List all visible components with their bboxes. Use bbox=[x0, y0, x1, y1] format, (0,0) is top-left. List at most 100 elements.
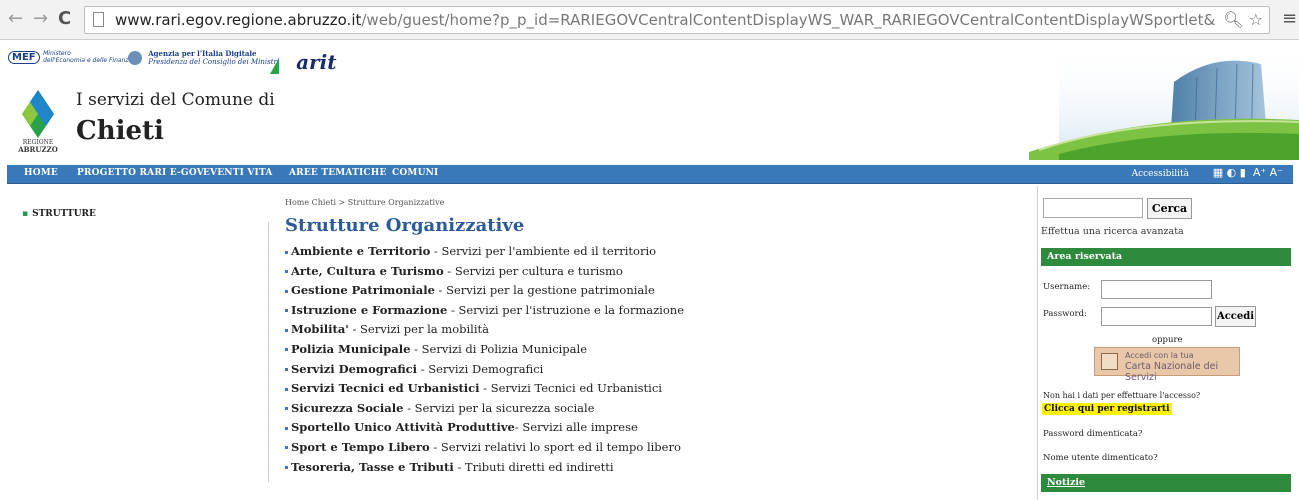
nav-aree-tematiche[interactable]: AREE TEMATICHE bbox=[289, 168, 387, 178]
news-header-label[interactable]: Notizie bbox=[1047, 477, 1085, 488]
column-divider-left bbox=[268, 222, 269, 482]
sidebar-item-strutture[interactable]: ▪ STRUTTURE bbox=[22, 209, 96, 219]
site-title[interactable]: Chieti bbox=[76, 116, 164, 146]
category-description: - Servizi Tecnici ed Urbanistici bbox=[479, 381, 662, 396]
category-description: - Servizi Demografici bbox=[417, 361, 544, 376]
bullet-icon bbox=[285, 289, 288, 293]
category-link[interactable]: Arte, Cultura e Turismo bbox=[291, 264, 444, 278]
agid-logo[interactable]: Agenzia per l'Italia Digitale Presidenza … bbox=[128, 50, 279, 66]
arit-triangle-icon bbox=[270, 58, 279, 74]
main-nav: HOME PROGETTO RARI E-GOV EVENTI VITA ARE… bbox=[7, 165, 1293, 184]
list-item[interactable]: Arte, Cultura e Turismo - Servizi per cu… bbox=[285, 264, 684, 284]
password-label: Password: bbox=[1043, 309, 1087, 319]
agid-emblem-icon bbox=[128, 51, 142, 65]
category-link[interactable]: Istruzione e Formazione bbox=[291, 303, 447, 317]
forgot-username-link[interactable]: Nome utente dimenticato? bbox=[1043, 453, 1158, 463]
category-link[interactable]: Mobilita' bbox=[291, 322, 349, 336]
category-link[interactable]: Ambiente e Territorio bbox=[291, 244, 430, 258]
url-path: /web/guest/home?p_p_id=RARIEGOVCentralCo… bbox=[361, 11, 1215, 29]
category-description: - Servizi per l'istruzione e la formazio… bbox=[447, 302, 684, 317]
list-item[interactable]: Tesoreria, Tasse e Tributi - Tributi dir… bbox=[285, 460, 684, 480]
bullet-icon bbox=[285, 387, 288, 391]
forward-arrow-icon[interactable]: → bbox=[33, 8, 48, 30]
cns-label-1: Accedi con la tua bbox=[1125, 351, 1194, 360]
bullet-icon: ▪ bbox=[22, 209, 29, 219]
bullet-icon bbox=[285, 270, 288, 274]
list-item[interactable]: Sportello Unico Attività Produttive- Ser… bbox=[285, 420, 684, 440]
list-item[interactable]: Servizi Tecnici ed Urbanistici - Servizi… bbox=[285, 381, 684, 401]
category-link[interactable]: Sport e Tempo Libero bbox=[291, 440, 430, 454]
accessibility-tools[interactable]: ▦ ◐ ▮ A⁺ A⁻ bbox=[1213, 166, 1283, 179]
browser-toolbar: ← → C www.rari.egov.regione.abruzzo.it/w… bbox=[0, 0, 1299, 40]
category-link[interactable]: Sportello Unico Attività Produttive bbox=[291, 420, 515, 434]
bullet-icon bbox=[285, 426, 288, 430]
search-button[interactable]: Cerca bbox=[1147, 198, 1192, 219]
list-item[interactable]: Servizi Demografici - Servizi Demografic… bbox=[285, 362, 684, 382]
category-link[interactable]: Polizia Municipale bbox=[291, 342, 410, 356]
nav-eventi-vita[interactable]: EVENTI VITA bbox=[203, 168, 273, 178]
sidebar-item-label: STRUTTURE bbox=[32, 209, 96, 219]
accessibility-link[interactable]: Accessibilità bbox=[1132, 169, 1189, 179]
category-link[interactable]: Servizi Tecnici ed Urbanistici bbox=[291, 381, 480, 395]
category-description: - Servizi per la mobilità bbox=[348, 322, 489, 337]
back-arrow-icon[interactable]: ← bbox=[8, 8, 23, 30]
list-item[interactable]: Sport e Tempo Libero - Servizi relativi … bbox=[285, 440, 684, 460]
url-text[interactable]: www.rari.egov.regione.abruzzo.it/web/gue… bbox=[115, 11, 1215, 29]
username-field[interactable] bbox=[1101, 280, 1212, 299]
address-bar[interactable]: www.rari.egov.regione.abruzzo.it/web/gue… bbox=[84, 6, 1270, 34]
category-link[interactable]: Tesoreria, Tasse e Tributi bbox=[291, 460, 454, 474]
zoom-star-icons[interactable]: 🔍︎ ☆ bbox=[1223, 10, 1263, 29]
list-item[interactable]: Mobilita' - Servizi per la mobilità bbox=[285, 322, 684, 342]
category-link[interactable]: Servizi Demografici bbox=[291, 362, 417, 376]
list-item[interactable]: Polizia Municipale - Servizi di Polizia … bbox=[285, 342, 684, 362]
mef-logo[interactable]: MEF Ministero dell'Economia e delle Finan… bbox=[8, 50, 132, 64]
cns-login-button[interactable]: Accedi con la tua Carta Nazionale dei Se… bbox=[1094, 347, 1240, 383]
category-list: Ambiente e Territorio - Servizi per l'am… bbox=[285, 244, 684, 479]
mef-logo-mark: MEF bbox=[8, 51, 40, 64]
register-link[interactable]: Clicca qui per registrarti bbox=[1042, 403, 1172, 415]
category-description: - Servizi di Polizia Municipale bbox=[410, 341, 588, 356]
no-credentials-text: Non hai i dati per effettuare l'accesso? bbox=[1043, 391, 1201, 400]
url-host: www.rari.egov.regione.abruzzo.it bbox=[115, 11, 362, 29]
bullet-icon bbox=[285, 368, 288, 372]
search-input[interactable] bbox=[1043, 198, 1143, 218]
news-header[interactable]: Notizie bbox=[1041, 474, 1291, 492]
column-divider-right bbox=[1037, 186, 1038, 500]
password-field[interactable] bbox=[1101, 307, 1212, 326]
nav-comuni[interactable]: COMUNI bbox=[392, 168, 438, 178]
nav-progetto-rari-egov[interactable]: PROGETTO RARI E-GOV bbox=[77, 168, 204, 178]
menu-icon[interactable]: ≡ bbox=[1282, 8, 1297, 29]
list-item[interactable]: Gestione Patrimoniale - Servizi per la g… bbox=[285, 283, 684, 303]
building-banner-image bbox=[1029, 42, 1299, 160]
grid-icon[interactable]: ▦ bbox=[1213, 166, 1223, 179]
category-description: - Servizi relativi lo sport ed il tempo … bbox=[429, 439, 681, 454]
advanced-search-link[interactable]: Effettua una ricerca avanzata bbox=[1041, 226, 1184, 237]
nav-home[interactable]: HOME bbox=[24, 168, 58, 178]
login-button[interactable]: Accedi bbox=[1215, 306, 1256, 327]
page-icon bbox=[93, 12, 104, 27]
list-item[interactable]: Istruzione e Formazione - Servizi per l'… bbox=[285, 303, 684, 323]
category-description: - Servizi alle imprese bbox=[514, 420, 638, 435]
category-description: - Servizi per la gestione patrimoniale bbox=[434, 283, 655, 298]
forgot-password-link[interactable]: Password dimenticata? bbox=[1043, 429, 1142, 439]
bullet-icon bbox=[285, 407, 288, 411]
contrast-icon[interactable]: ◐ bbox=[1227, 166, 1237, 179]
breadcrumb[interactable]: Home Chieti > Strutture Organizzative bbox=[285, 198, 444, 207]
or-label: oppure bbox=[1152, 335, 1183, 345]
document-icon[interactable]: ▮ bbox=[1240, 166, 1246, 179]
category-description: - Servizi per la sicurezza sociale bbox=[403, 400, 595, 415]
list-item[interactable]: Ambiente e Territorio - Servizi per l'am… bbox=[285, 244, 684, 264]
cns-label-2: Carta Nazionale dei Servizi bbox=[1125, 361, 1219, 383]
arit-logo[interactable]: arit bbox=[270, 50, 336, 74]
category-link[interactable]: Gestione Patrimoniale bbox=[291, 283, 435, 297]
mef-logo-text: Ministero dell'Economia e delle Finanze bbox=[43, 50, 133, 64]
font-size-tools[interactable]: A⁺ A⁻ bbox=[1253, 166, 1283, 179]
bullet-icon bbox=[285, 309, 288, 313]
list-item[interactable]: Sicurezza Sociale - Servizi per la sicur… bbox=[285, 401, 684, 421]
category-link[interactable]: Sicurezza Sociale bbox=[291, 401, 403, 415]
reload-icon[interactable]: C bbox=[58, 8, 71, 29]
reserved-area-header: Area riservata bbox=[1041, 248, 1291, 266]
bullet-icon bbox=[285, 348, 288, 352]
bullet-icon bbox=[285, 466, 288, 470]
arit-logo-text: arit bbox=[296, 50, 337, 74]
